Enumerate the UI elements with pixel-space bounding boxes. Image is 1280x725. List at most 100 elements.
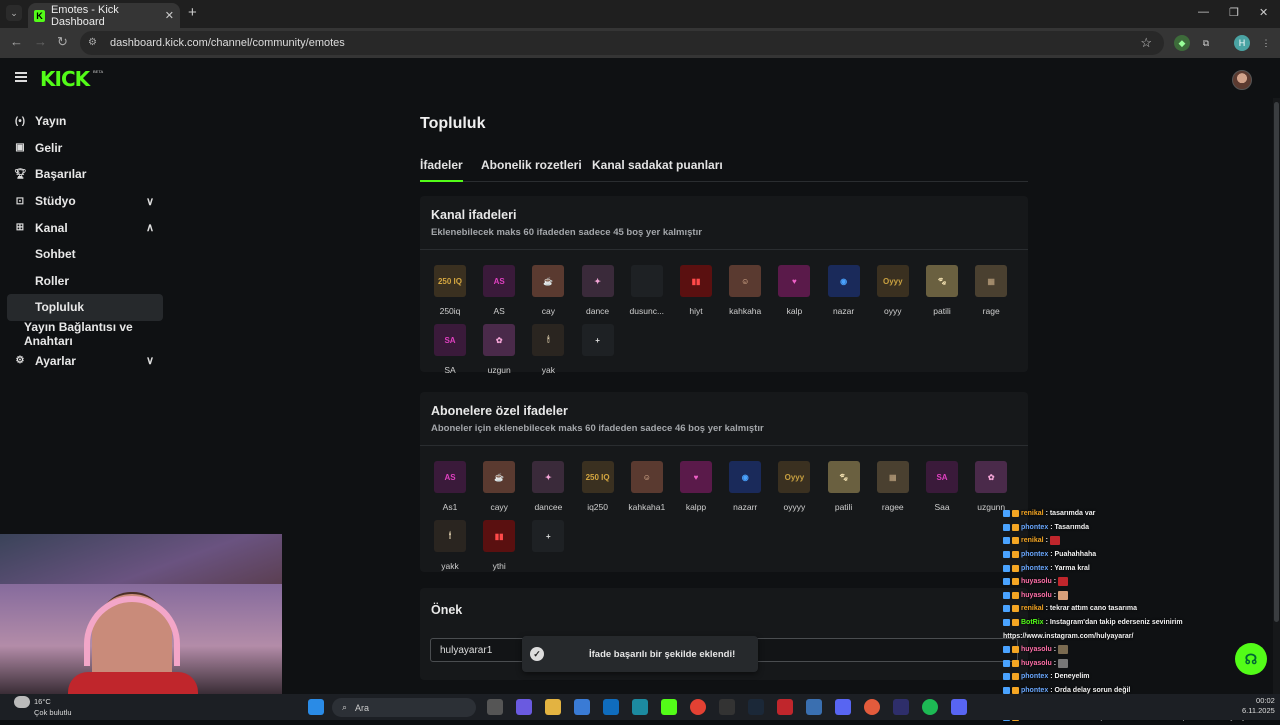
obs-icon[interactable] [864,699,880,715]
sidebar-item-label: Gelir [35,140,63,155]
sub-badge-icon [1012,537,1019,545]
sidebar-item-sohbet[interactable]: Sohbet [0,241,170,268]
epic-games-icon[interactable] [719,699,735,715]
profile-icon[interactable]: H [1234,35,1250,51]
emote-item[interactable]: ▮▮ hiyt [676,265,716,316]
store-icon[interactable] [574,699,590,715]
badge-icon [1003,646,1010,654]
tab-sub-badges[interactable]: Abonelik rozetleri [481,158,582,172]
url-bar[interactable]: ⚙ dashboard.kick.com/channel/community/e… [80,31,1164,55]
tab-search-icon[interactable]: ⌄ [6,5,22,21]
emote-item[interactable]: ✦ dancee [528,461,568,512]
emote-item[interactable]: 🐾︎ patili [824,461,864,512]
emote-item[interactable]: ☺ kahkaha [725,265,765,316]
emote-label: kahkaha [729,306,762,316]
sidebar-item-ayarlar[interactable]: ⚙ Ayarlar ∨ [0,347,170,374]
spotify-icon[interactable] [922,699,938,715]
sidebar-item-studyo[interactable]: ⊡ Stüdyo ∨ [0,188,170,215]
site-info-icon[interactable]: ⚙ [88,37,100,49]
beta-badge: BETA [93,69,104,74]
app-dark-icon[interactable] [893,699,909,715]
close-tab-icon[interactable]: ✕ [165,9,174,22]
emote-item[interactable]: ▦ ragee [873,461,913,512]
emote-item[interactable]: SA SA [430,324,470,375]
emote-item[interactable]: ✿ uzgun [479,324,519,375]
emote-item[interactable]: ◉ nazar [824,265,864,316]
browser-menu-icon[interactable]: ⋮ [1258,35,1274,51]
sidebar-item-yayin[interactable]: (•) Yayın [0,108,170,135]
emote-item[interactable]: ☕ cay [528,265,568,316]
emote-item[interactable]: Oyyy oyyy [873,265,913,316]
add-emote-button[interactable]: + [578,324,618,356]
app-red-icon[interactable] [777,699,793,715]
edge-icon[interactable] [632,699,648,715]
emote-item[interactable]: ✿ uzgunn [971,461,1011,512]
kick-logo[interactable]: KICK [40,67,90,91]
back-icon[interactable]: ← [10,34,23,49]
new-tab-icon[interactable]: + [188,4,197,21]
emote-item[interactable]: ◉ nazarr [725,461,765,512]
app-blue-icon[interactable] [806,699,822,715]
emote-item[interactable]: ♥ kalp [774,265,814,316]
emote-item[interactable]: 🕯︎ yak [528,324,568,375]
emote-item[interactable]: AS AS [479,265,519,316]
minimize-icon[interactable]: — [1198,6,1209,18]
chat-emote-icon [1058,577,1069,587]
file-explorer-icon[interactable] [545,699,561,715]
start-icon[interactable] [308,699,324,715]
taskbar-search[interactable]: ⌕ Ara [332,698,476,717]
add-emote-button[interactable]: + [528,520,568,552]
emote-item[interactable]: ♥ kalpp [676,461,716,512]
emote-image: 250 IQ [581,461,614,493]
chat-username: renikal [1021,605,1044,613]
emote-item[interactable]: AS As1 [430,461,470,512]
weather-widget[interactable]: 16°C Çok bulutlu [14,696,72,718]
user-avatar[interactable] [1232,70,1252,90]
extensions-puzzle-icon[interactable]: ⧉ [1198,35,1214,51]
sidebar-item-roller[interactable]: Roller [0,268,170,295]
sidebar-item-kanal[interactable]: ⊞ Kanal ∧ [0,214,170,241]
chat-message: https://www.instagram.com/hulyayarar/ [1003,629,1268,643]
steam-icon[interactable] [748,699,764,715]
emote-item[interactable]: 250 IQ 250iq [430,265,470,316]
bookmark-star-icon[interactable]: ☆ [1140,35,1152,51]
emote-item[interactable]: dusunc... [627,265,667,316]
tab-loyalty-points[interactable]: Kanal sadakat puanları [592,158,723,172]
chrome-icon[interactable] [690,699,706,715]
emote-item[interactable]: ☺ kahkaha1 [627,461,667,512]
sidebar-item-stream-key[interactable]: Yayın Bağlantısı ve Anahtarı [0,320,170,348]
emote-item[interactable]: ✦ dance [578,265,618,316]
close-window-icon[interactable]: ✕ [1259,6,1268,19]
emote-item[interactable]: SA Saa [922,461,962,512]
emote-item[interactable]: ▦ rage [971,265,1011,316]
emote-label: oyyy [884,306,902,316]
chat-text: : [1053,578,1057,586]
emote-item[interactable]: ▮▮ ythi [479,520,519,571]
system-clock[interactable]: 00:02 6.11.2025 [1242,696,1275,716]
outlook-icon[interactable] [603,699,619,715]
chat-message: phontex: Puahahhaha [1003,548,1268,562]
task-view-icon[interactable] [487,699,503,715]
maximize-icon[interactable]: ❐ [1229,6,1239,19]
emote-item[interactable]: 250 IQ iq250 [578,461,618,512]
reload-icon[interactable]: ↻ [57,34,68,50]
emote-item[interactable]: 🐾︎ patili [922,265,962,316]
discord-icon[interactable] [951,699,967,715]
forward-icon[interactable]: → [34,34,47,49]
copilot-icon[interactable] [516,699,532,715]
emote-item[interactable]: ☕ cayy [479,461,519,512]
sidebar-item-gelir[interactable]: ▣ Gelir [0,135,170,162]
tab-emotes[interactable]: İfadeler [420,158,463,182]
sidebar-item-label: Topluluk [35,300,85,315]
browser-tab[interactable]: K Emotes - Kick Dashboard ✕ [28,3,180,28]
emote-item[interactable]: 🕯︎ yakk [430,520,470,571]
emote-item[interactable]: Oyyy oyyyy [774,461,814,512]
sidebar-item-basarilar[interactable]: 🏆︎ Başarılar [0,161,170,188]
scrollbar-thumb[interactable] [1274,102,1279,622]
chat-username: phontex [1021,551,1049,559]
kick-app-icon[interactable] [661,699,677,715]
sidebar-item-topluluk[interactable]: Topluluk [7,294,163,321]
hamburger-menu-icon[interactable] [15,72,27,82]
app-purple-icon[interactable] [835,699,851,715]
extension-shield-icon[interactable]: ◆ [1174,35,1190,51]
